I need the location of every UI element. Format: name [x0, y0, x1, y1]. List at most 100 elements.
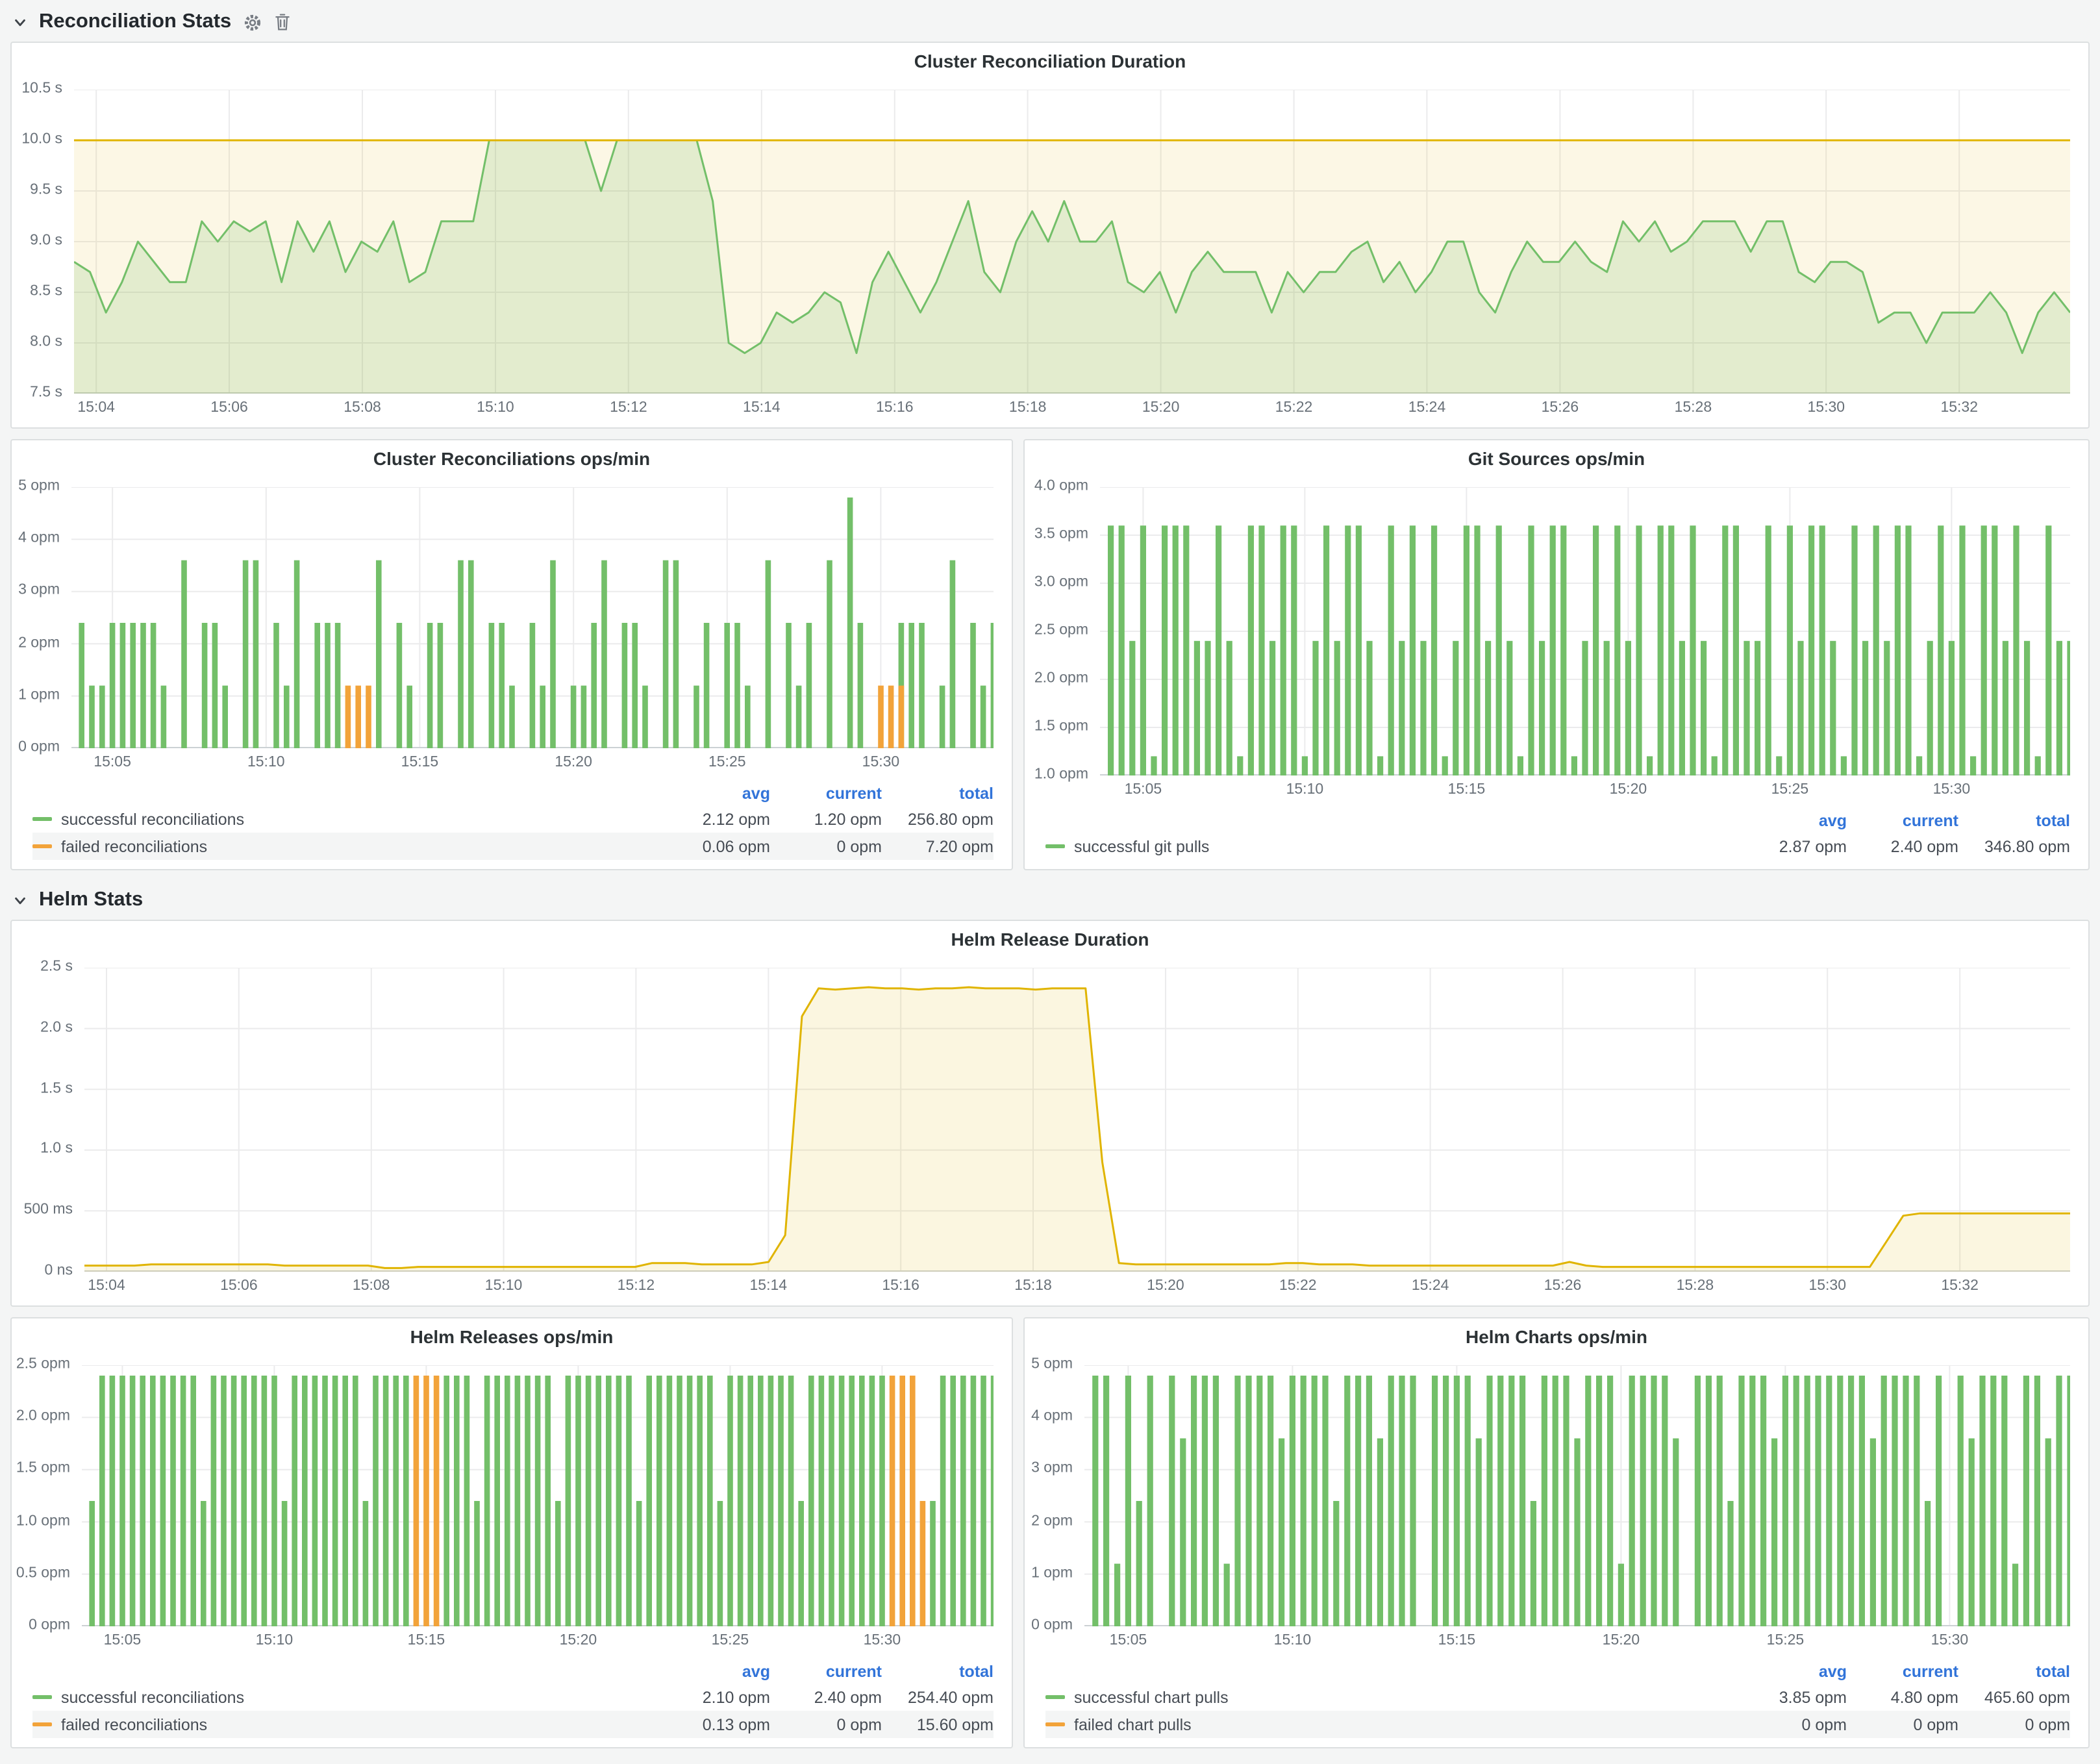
y-tick-label: 2.5 opm	[12, 1358, 70, 1373]
stat-current: 2.40 opm	[1847, 837, 1958, 855]
stat-current: 1.20 opm	[770, 810, 882, 828]
y-tick-label: 2.5 opm	[1025, 624, 1088, 639]
legend-row-failed-reconciliations[interactable]: failed reconciliations 0.06 opm 0 opm 7.…	[32, 833, 994, 860]
legend-sort-total[interactable]: total	[882, 1663, 994, 1681]
y-tick-label: 2 opm	[1025, 1515, 1073, 1530]
x-tick-label: 15:30	[1933, 783, 1971, 798]
series-label: successful chart pulls	[1074, 1688, 1229, 1706]
plot-area[interactable]	[71, 487, 994, 748]
legend-sort-current[interactable]: current	[770, 1663, 882, 1681]
chart-svg	[1084, 1365, 2070, 1626]
plot-area[interactable]	[74, 90, 2070, 394]
plot-area[interactable]	[1100, 487, 2070, 775]
x-tick-label: 15:14	[743, 401, 781, 416]
x-tick-label: 15:10	[247, 756, 285, 771]
panel-title[interactable]: Helm Charts ops/min	[1025, 1318, 2088, 1355]
section-title: Helm Stats	[39, 888, 143, 912]
legend-row-failed-reconciliations[interactable]: failed reconciliations 0.13 opm 0 opm 15…	[32, 1711, 994, 1738]
legend-sort-total[interactable]: total	[882, 785, 994, 803]
legend-sort-total[interactable]: total	[1958, 1663, 2070, 1681]
x-tick-label: 15:20	[555, 756, 592, 771]
legend-sort-current[interactable]: current	[770, 785, 882, 803]
plot-area[interactable]	[1084, 1365, 2070, 1626]
x-tick-label: 15:26	[1542, 401, 1579, 416]
legend-row-successful-git-pulls[interactable]: successful git pulls 2.87 opm 2.40 opm 3…	[1045, 833, 2070, 860]
chart-svg	[82, 1365, 994, 1626]
series-marker	[32, 845, 52, 848]
stat-current: 0 opm	[770, 837, 882, 855]
panel-title[interactable]: Cluster Reconciliations ops/min	[12, 440, 1012, 477]
series-marker	[1045, 1696, 1065, 1699]
stat-avg: 0.13 opm	[658, 1715, 770, 1733]
y-tick-label: 1.0 s	[12, 1142, 73, 1157]
y-tick-label: 9.0 s	[12, 234, 62, 249]
y-tick-label: 0.5 opm	[12, 1567, 70, 1581]
y-tick-label: 2 opm	[12, 636, 60, 651]
y-tick-label: 3.0 opm	[1025, 576, 1088, 591]
gear-icon[interactable]	[243, 12, 262, 32]
legend-sort-total[interactable]: total	[1958, 812, 2070, 830]
x-tick-label: 15:22	[1275, 401, 1313, 416]
x-tick-label: 15:20	[560, 1634, 597, 1649]
panel-title[interactable]: Helm Release Duration	[12, 921, 2088, 957]
legend-sort-avg[interactable]: avg	[658, 785, 770, 803]
series-marker	[32, 1696, 52, 1699]
stat-avg: 2.12 opm	[658, 810, 770, 828]
panel-title[interactable]: Helm Releases ops/min	[12, 1318, 1012, 1355]
legend-row-successful-reconciliations[interactable]: successful reconciliations 2.10 opm 2.40…	[32, 1683, 994, 1711]
y-tick-label: 2.0 opm	[1025, 672, 1088, 687]
row-header-helm-stats[interactable]: Helm Stats	[10, 881, 2090, 920]
legend-sort-avg[interactable]: avg	[658, 1663, 770, 1681]
series-label: failed reconciliations	[61, 1715, 207, 1733]
legend-sort-current[interactable]: current	[1847, 812, 1958, 830]
stat-avg: 0 opm	[1735, 1715, 1847, 1733]
stat-current: 4.80 opm	[1847, 1688, 1958, 1706]
plot-area[interactable]	[82, 1365, 994, 1626]
chart-cluster-reconciliation-duration: 7.5 s8.0 s8.5 s9.0 s9.5 s10.0 s10.5 s15:…	[12, 79, 2088, 427]
plot-area[interactable]	[84, 968, 2070, 1272]
series-marker	[1045, 1723, 1065, 1726]
series-marker	[32, 818, 52, 821]
x-tick-label: 15:32	[1941, 1279, 1979, 1294]
y-tick-label: 3 opm	[12, 584, 60, 599]
stat-total: 7.20 opm	[882, 837, 994, 855]
x-tick-label: 15:15	[1438, 1634, 1476, 1649]
series-label: successful reconciliations	[61, 1688, 244, 1706]
legend-row-failed-chart-pulls[interactable]: failed chart pulls 0 opm 0 opm 0 opm	[1045, 1711, 2070, 1738]
legend-sort-avg[interactable]: avg	[1735, 812, 1847, 830]
stat-total: 15.60 opm	[882, 1715, 994, 1733]
x-tick-label: 15:08	[353, 1279, 390, 1294]
legend: avg current total successful git pulls 2…	[1025, 807, 2088, 869]
series-label: successful reconciliations	[61, 810, 244, 828]
chart-svg	[84, 968, 2070, 1272]
x-tick-label: 15:06	[220, 1279, 258, 1294]
chevron-down-icon[interactable]	[13, 893, 27, 907]
stat-total: 0 opm	[1958, 1715, 2070, 1733]
panel-helm-releases-opm: Helm Releases ops/min 0 opm0.5 opm1.0 op…	[10, 1317, 1013, 1748]
legend-row-successful-chart-pulls[interactable]: successful chart pulls 3.85 opm 4.80 opm…	[1045, 1683, 2070, 1711]
chevron-down-icon[interactable]	[13, 15, 27, 29]
x-tick-label: 15:05	[1125, 783, 1162, 798]
stat-current: 0 opm	[1847, 1715, 1958, 1733]
chart-git-sources-opm: 1.0 opm1.5 opm2.0 opm2.5 opm3.0 opm3.5 o…	[1025, 477, 2088, 807]
series-label: failed chart pulls	[1074, 1715, 1192, 1733]
y-tick-label: 2.0 s	[12, 1021, 73, 1036]
y-tick-label: 3 opm	[1025, 1462, 1073, 1477]
panel-title[interactable]: Git Sources ops/min	[1025, 440, 2088, 477]
x-tick-label: 15:20	[1142, 401, 1180, 416]
stat-current: 2.40 opm	[770, 1688, 882, 1706]
legend-row-successful-reconciliations[interactable]: successful reconciliations 2.12 opm 1.20…	[32, 805, 994, 833]
y-tick-label: 0 opm	[12, 1619, 70, 1634]
row-header-reconciliation-stats[interactable]: Reconciliation Stats	[10, 3, 2090, 42]
legend-header-row: avg current total	[32, 782, 994, 805]
y-tick-label: 0 opm	[12, 741, 60, 756]
panel-helm-charts-opm: Helm Charts ops/min 0 opm1 opm2 opm3 opm…	[1023, 1317, 2090, 1748]
x-tick-label: 15:25	[1771, 783, 1809, 798]
panel-title[interactable]: Cluster Reconciliation Duration	[12, 43, 2088, 79]
x-tick-label: 15:10	[1274, 1634, 1312, 1649]
legend-sort-avg[interactable]: avg	[1735, 1663, 1847, 1681]
stat-total: 256.80 opm	[882, 810, 994, 828]
legend: avg current total successful reconciliat…	[12, 779, 1012, 869]
trash-icon[interactable]	[274, 13, 291, 31]
legend-sort-current[interactable]: current	[1847, 1663, 1958, 1681]
